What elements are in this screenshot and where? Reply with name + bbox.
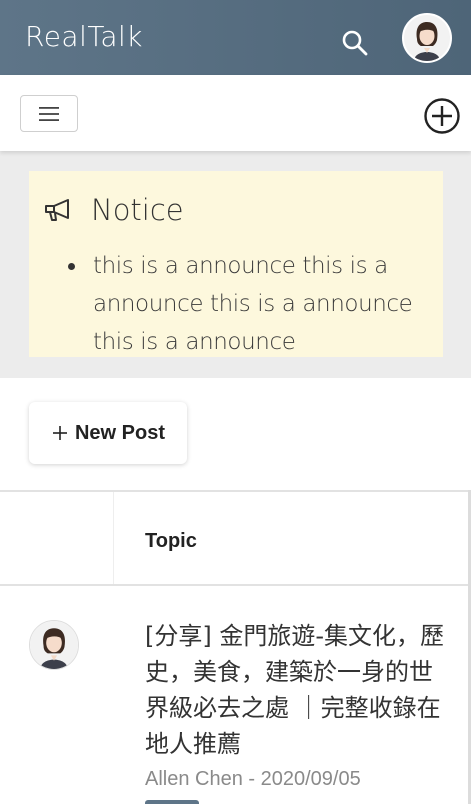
user-avatar[interactable] (402, 13, 452, 63)
table-row[interactable]: [分享] 金門旅遊-集文化，歷史，美食，建築於一身的世界級必去之處 ｜完整收錄在… (0, 588, 471, 804)
notice-title: Notice (91, 193, 184, 227)
top-navbar: RealTalk (0, 0, 471, 75)
main-content: New Post Topic [分享] 金門旅遊-集文化，歷史，美食，建築於一身… (0, 378, 471, 804)
notice-list: this is a announce this is a announce th… (68, 247, 413, 361)
toolbar (0, 75, 471, 151)
plus-circle-icon (424, 98, 460, 134)
app-brand[interactable]: RealTalk (25, 20, 143, 53)
column-divider (113, 492, 114, 584)
notice-header: Notice (43, 193, 184, 227)
search-button[interactable] (338, 26, 372, 60)
plus-icon (52, 426, 67, 440)
search-icon (342, 30, 368, 56)
add-button[interactable] (423, 97, 461, 135)
new-post-button[interactable]: New Post (29, 402, 187, 464)
new-post-label: New Post (74, 421, 166, 444)
author-avatar[interactable] (29, 620, 79, 670)
notice-panel: Notice this is a announce this is a anno… (29, 171, 443, 357)
menu-button[interactable] (20, 95, 78, 132)
post-meta: Allen Chen - 2020/09/05 (145, 768, 361, 790)
hamburger-icon (39, 106, 59, 121)
notice-item: this is a announce this is a announce th… (68, 247, 413, 361)
author-avatar-icon (30, 621, 78, 669)
column-header-topic[interactable]: Topic (145, 530, 197, 553)
post-title-link[interactable]: [分享] 金門旅遊-集文化，歷史，美食，建築於一身的世界級必去之處 ｜完整收錄在… (145, 618, 445, 762)
table-header: Topic (0, 490, 471, 586)
user-avatar-icon (404, 15, 450, 61)
post-tag[interactable] (145, 800, 199, 804)
megaphone-icon (45, 199, 69, 221)
